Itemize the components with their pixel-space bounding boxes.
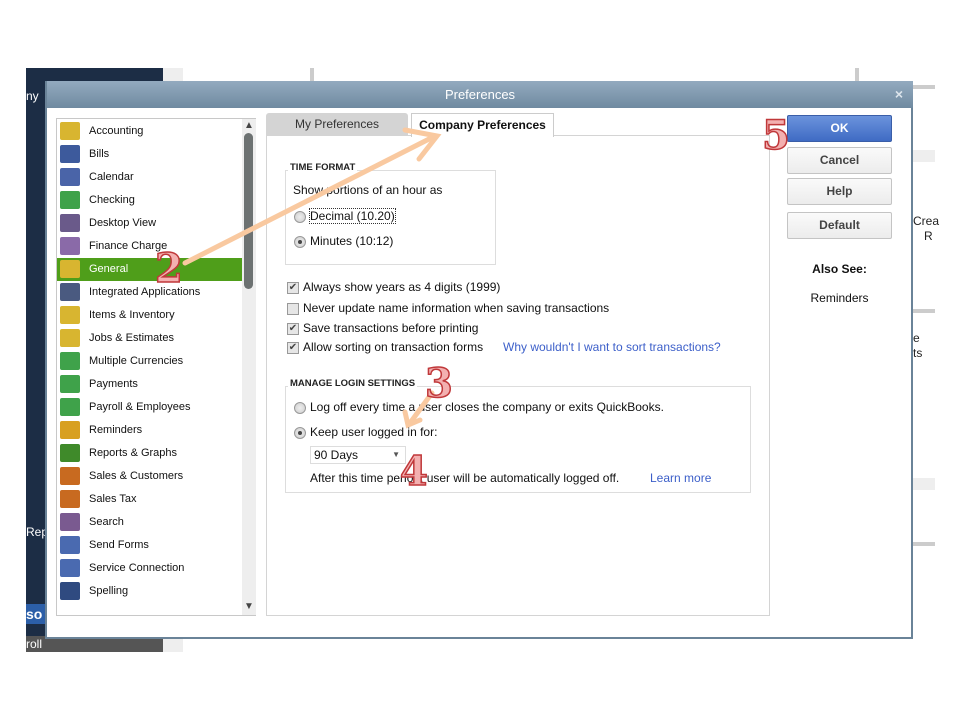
annotation-3: 3 xyxy=(425,360,453,407)
annotation-2: 2 xyxy=(155,245,183,292)
annotation-4: 4 xyxy=(400,448,428,495)
annotation-5: 5 xyxy=(762,112,790,159)
annotation-arrow-2 xyxy=(182,133,438,266)
annotation-layer: 2 3 4 5 xyxy=(154,111,790,496)
